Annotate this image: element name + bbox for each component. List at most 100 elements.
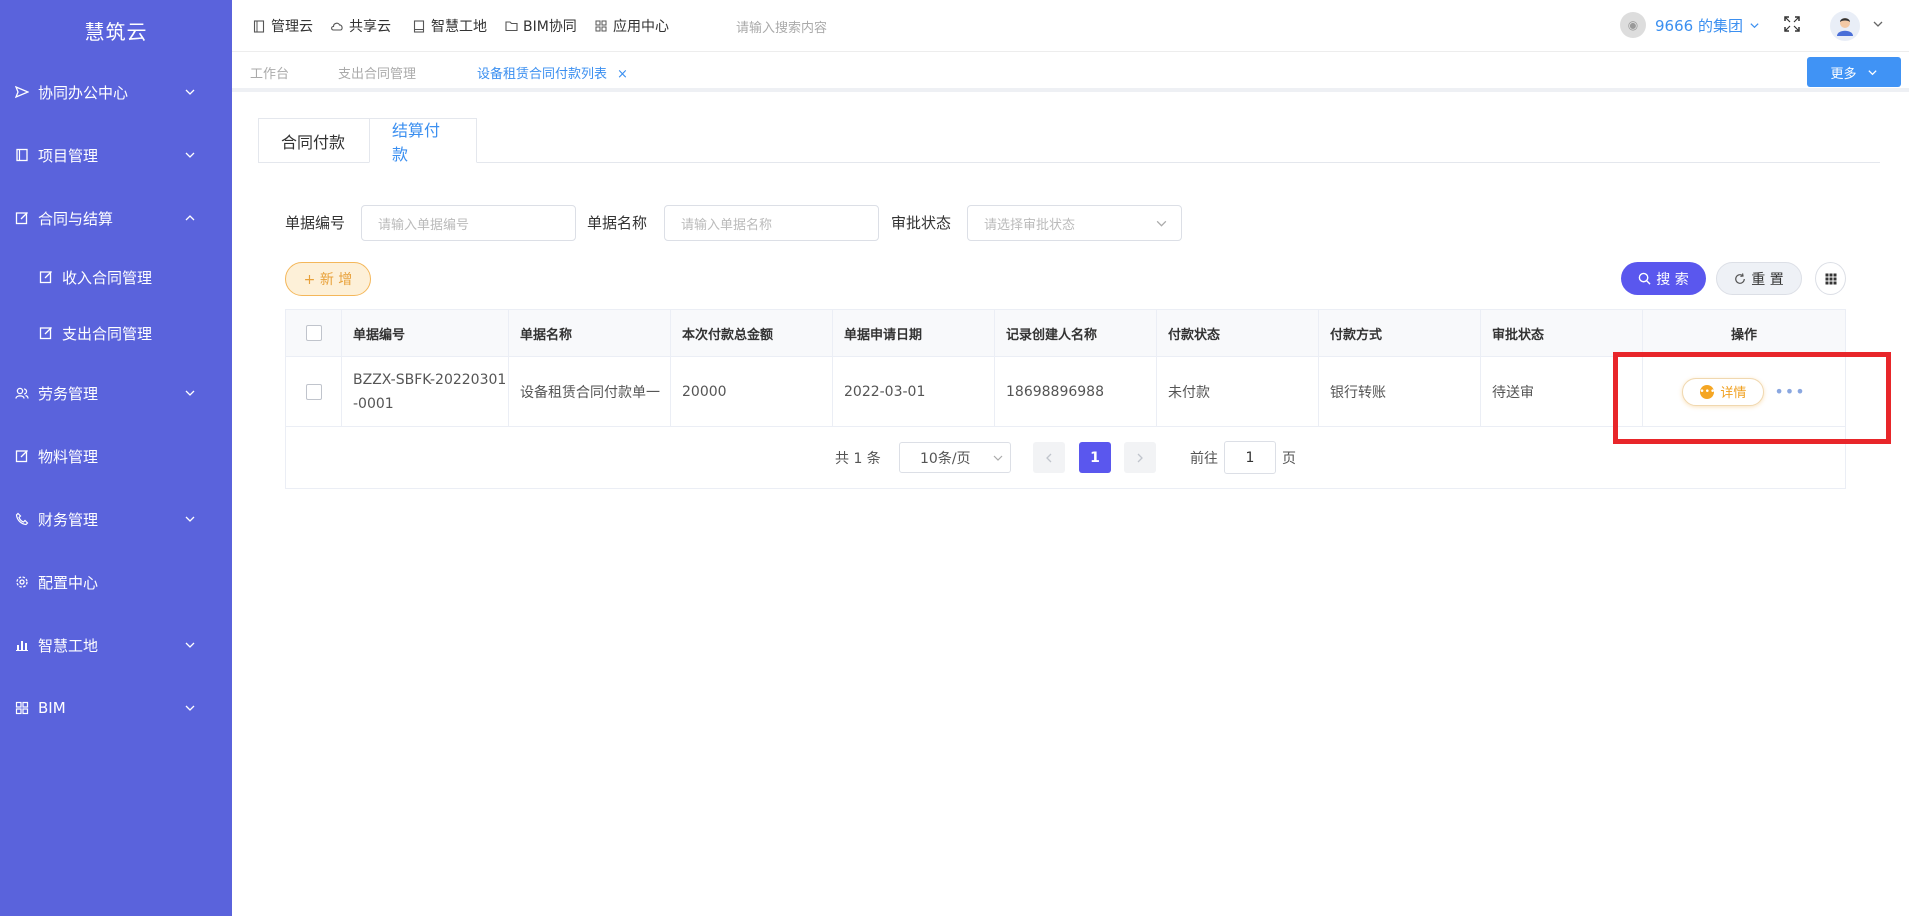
fullscreen-icon[interactable] (1782, 14, 1804, 36)
prev-page-button[interactable] (1033, 442, 1065, 473)
header-date: 单据申请日期 (833, 310, 995, 356)
search-label: 搜 索 (1656, 271, 1689, 288)
tab-equipment-lease-payment[interactable]: 设备租赁合同付款列表 × (477, 63, 628, 82)
sidebar-item-smart-site[interactable]: 智慧工地 (0, 625, 232, 665)
topnav-app-center[interactable]: 应用中心 (594, 16, 669, 36)
chevron-down-icon (992, 452, 1004, 464)
sidebar-item-label: 配置中心 (38, 573, 99, 592)
search-button[interactable]: 搜 索 (1621, 262, 1706, 295)
cell-pay-method: 银行转账 (1319, 357, 1481, 426)
sidebar-item-label: 合同与结算 (38, 209, 114, 228)
page-number[interactable]: 1 (1079, 442, 1111, 473)
sidebar-item-material[interactable]: 物料管理 (0, 436, 232, 476)
chevron-down-icon (1155, 217, 1169, 231)
close-icon[interactable]: × (617, 67, 628, 82)
search-input[interactable]: 请输入搜索内容 (736, 17, 827, 36)
sidebar-item-labor[interactable]: 劳务管理 (0, 373, 232, 413)
row-checkbox[interactable] (305, 383, 322, 400)
tab-bar: 工作台 支出合同管理 设备租赁合同付款列表 × 更多 (232, 52, 1909, 92)
group-switcher[interactable]: ◉ 9666 的集团 (1620, 12, 1760, 38)
add-button[interactable]: + 新 增 (285, 262, 371, 296)
user-avatar[interactable] (1830, 11, 1860, 41)
chevron-down-icon (182, 511, 198, 527)
payment-type-tabs: 合同付款 结算付款 (258, 118, 1880, 164)
select-placeholder: 请选择审批状态 (984, 217, 1076, 233)
payment-table: 单据编号 单据名称 本次付款总金额 单据申请日期 记录创建人名称 付款状态 付款… (285, 309, 1846, 489)
chevron-left-icon (1044, 453, 1054, 463)
sidebar-item-expense-contract[interactable]: 支出合同管理 (0, 313, 232, 353)
chevron-down-icon (182, 147, 198, 163)
topnav-label: BIM协同 (523, 19, 577, 35)
table-header: 单据编号 单据名称 本次付款总金额 单据申请日期 记录创建人名称 付款状态 付款… (286, 310, 1845, 357)
chevron-down-icon (182, 84, 198, 100)
top-bar: 管理云 共享云 智慧工地 BIM协同 应用中心 请输入搜索内容 ◉ 9666 的… (232, 0, 1909, 52)
more-button[interactable]: 更多 (1807, 57, 1901, 87)
topnav-shared-cloud[interactable]: 共享云 (330, 16, 391, 36)
page-size-select[interactable]: 10条/页 (899, 442, 1011, 473)
sidebar-item-label: 财务管理 (38, 510, 99, 529)
cell-date: 2022-03-01 (833, 357, 995, 426)
goto-page-input[interactable]: 1 (1224, 441, 1276, 474)
edit-icon (38, 325, 54, 341)
topnav-bim[interactable]: BIM协同 (504, 16, 577, 36)
column-settings-button[interactable] (1815, 262, 1846, 295)
cell-doc-no: BZZX-SBFK-20220301-0001 (342, 357, 509, 426)
chevron-down-icon (1867, 67, 1878, 78)
cell-pay-status: 未付款 (1157, 357, 1319, 426)
sidebar-item-label: 智慧工地 (38, 636, 99, 655)
page-suffix: 页 (1282, 451, 1296, 467)
next-page-button[interactable] (1124, 442, 1156, 473)
reset-button[interactable]: 重 置 (1716, 262, 1802, 295)
header-pay-status: 付款状态 (1157, 310, 1319, 356)
approval-status-label: 审批状态 (891, 214, 952, 232)
chevron-down-icon (182, 637, 198, 653)
tab-contract-payment[interactable]: 合同付款 (258, 118, 370, 163)
tab-settlement-payment[interactable]: 结算付款 (369, 118, 477, 164)
tab-workbench[interactable]: 工作台 (250, 63, 289, 82)
sidebar-item-config[interactable]: 配置中心 (0, 562, 232, 602)
sidebar-item-label: 协同办公中心 (38, 83, 129, 102)
pagination-total: 共 1 条 (835, 451, 881, 467)
approval-status-select[interactable]: 请选择审批状态 (967, 205, 1182, 241)
chevron-down-icon (182, 700, 198, 716)
tab-label: 设备租赁合同付款列表 (477, 67, 608, 82)
chevron-down-icon[interactable] (1872, 18, 1886, 32)
tab-expense-contract[interactable]: 支出合同管理 (338, 63, 416, 82)
sidebar-item-income-contract[interactable]: 收入合同管理 (0, 257, 232, 297)
topnav-management-cloud[interactable]: 管理云 (252, 16, 313, 36)
doc-no-input[interactable]: 请输入单据编号 (361, 205, 576, 241)
cell-amount: 20000 (671, 357, 833, 426)
sidebar-item-label: 劳务管理 (38, 384, 99, 403)
folder-icon (504, 19, 518, 33)
sidebar-item-bim[interactable]: BIM (0, 688, 232, 728)
send-icon (14, 84, 30, 100)
highlight-box (1613, 352, 1891, 444)
select-all-checkbox[interactable] (305, 325, 322, 341)
select-all-cell (286, 310, 342, 356)
more-label: 更多 (1830, 66, 1857, 82)
header-approval: 审批状态 (1481, 310, 1643, 356)
header-actions: 操作 (1730, 327, 1757, 343)
cell-doc-name: 设备租赁合同付款单一 (509, 357, 671, 426)
topnav-label: 共享云 (349, 19, 391, 35)
book-icon (412, 19, 426, 33)
header-doc-no: 单据编号 (342, 310, 509, 356)
topnav-label: 应用中心 (613, 19, 669, 35)
topnav-label: 智慧工地 (431, 19, 487, 35)
sidebar-item-project[interactable]: 项目管理 (0, 135, 232, 175)
topnav-smart-site[interactable]: 智慧工地 (412, 16, 487, 36)
grid-icon (14, 700, 30, 716)
reset-label: 重 置 (1751, 271, 1784, 288)
sidebar-item-label: 物料管理 (38, 447, 99, 466)
doc-name-input[interactable]: 请输入单据名称 (664, 205, 879, 241)
phone-icon (14, 511, 30, 527)
topnav-label: 管理云 (271, 19, 313, 35)
sidebar-item-collab[interactable]: 协同办公中心 (0, 72, 232, 112)
edit-icon (38, 269, 54, 285)
sidebar-item-contract[interactable]: 合同与结算 (0, 198, 232, 238)
search-icon (1638, 272, 1651, 285)
header-amount: 本次付款总金额 (671, 310, 833, 356)
cell-creator: 18698896988 (995, 357, 1157, 426)
sidebar-item-finance[interactable]: 财务管理 (0, 499, 232, 539)
document-icon (252, 19, 266, 33)
